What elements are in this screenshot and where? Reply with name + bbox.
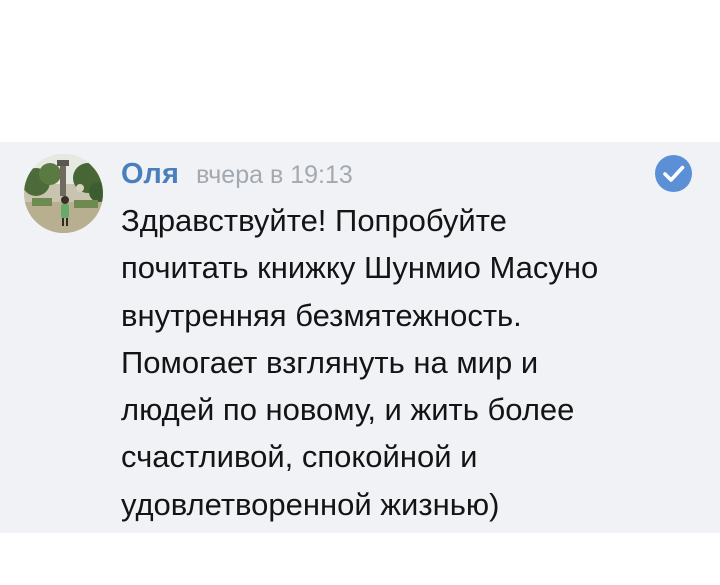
comment-line: Помогает взглянуть на мир и: [121, 344, 539, 380]
avatar-photo: [24, 154, 103, 233]
comment-line: почитать книжку Шунмио Масуно: [121, 250, 599, 286]
page: Оля вчера в 19:13 Здравствуйте! Попробуй…: [0, 0, 720, 585]
author-name[interactable]: Оля: [121, 158, 179, 191]
comment-line: Здравствуйте! Попробуйте: [121, 203, 507, 238]
check-circle-icon: [655, 155, 692, 192]
comment-text: Здравствуйте! Попробуйте почитать книжку…: [121, 197, 696, 528]
comment-line: удовлетворенной жизнью): [121, 486, 500, 522]
avatar[interactable]: [24, 154, 103, 233]
comment-header: Оля вчера в 19:13: [121, 158, 353, 194]
comment-line: людей по новому, и жить более: [121, 392, 575, 428]
comment-line: внутренняя безмятежность.: [121, 297, 522, 333]
timestamp[interactable]: вчера в 19:13: [196, 161, 353, 190]
comment-line: счастливой, спокойной и: [121, 439, 478, 475]
